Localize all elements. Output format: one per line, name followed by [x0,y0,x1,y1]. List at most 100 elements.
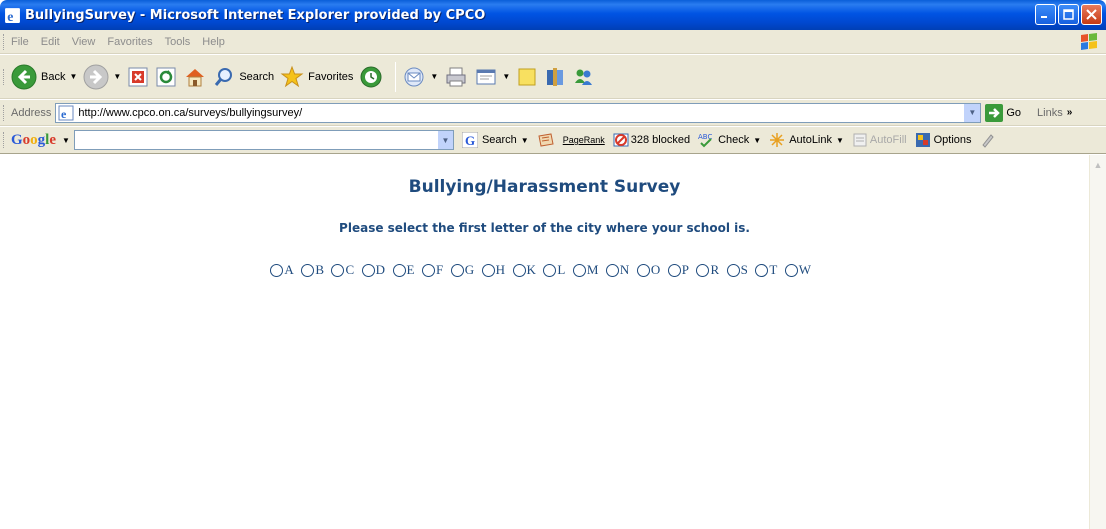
google-g-icon: G [461,132,478,148]
chevron-down-icon[interactable]: ▼ [62,136,70,145]
print-button[interactable] [444,59,468,95]
letter-option-s[interactable]: S [726,262,749,278]
autofill-button[interactable]: AutoFill [852,132,907,148]
chevron-down-icon[interactable]: ▼ [836,136,844,145]
radio-button[interactable] [636,263,650,277]
radio-button[interactable] [543,263,557,277]
page-content: Bullying/Harassment Survey Please select… [0,155,1089,529]
letter-option-n[interactable]: N [605,262,630,278]
menu-view[interactable]: View [72,36,96,48]
letter-option-p[interactable]: P [667,262,690,278]
minimize-button[interactable] [1035,4,1056,25]
home-button[interactable] [183,59,207,95]
letter-option-b[interactable]: B [301,262,324,278]
address-input[interactable]: e http://www.cpco.on.ca/surveys/bullying… [55,102,982,123]
menu-favorites[interactable]: Favorites [107,36,152,48]
discuss-button[interactable] [516,59,538,95]
radio-button[interactable] [605,263,619,277]
chevron-down-icon[interactable]: ▼ [521,136,529,145]
letter-option-w[interactable]: W [784,262,812,278]
stop-button[interactable] [127,59,149,95]
radio-button[interactable] [331,263,345,277]
radio-button[interactable] [512,263,526,277]
edit-button[interactable]: ▼ [474,59,510,95]
mail-icon [404,67,424,86]
letter-option-g[interactable]: G [450,262,475,278]
chevron-down-icon[interactable]: ▼ [69,72,77,81]
history-button[interactable] [359,59,383,95]
toolbar-grip[interactable] [3,68,6,85]
google-search-button[interactable]: G Search ▼ [461,132,529,148]
refresh-button[interactable] [155,59,177,95]
vertical-scrollbar[interactable]: ▲ [1089,155,1106,529]
radio-button[interactable] [667,263,681,277]
research-button[interactable] [544,59,566,95]
chevron-down-icon[interactable]: ▼ [502,72,510,81]
google-search-input[interactable]: ▼ [73,130,454,150]
google-logo[interactable]: Google [11,132,56,149]
letter-option-r[interactable]: R [696,262,719,278]
news-button[interactable] [537,132,555,148]
chevron-down-icon[interactable]: ▼ [963,103,981,122]
radio-button[interactable] [784,263,798,277]
close-button[interactable] [1081,4,1102,25]
radio-button[interactable] [481,263,495,277]
popup-blocker-button[interactable]: 328 blocked [613,132,690,148]
options-button[interactable]: Options [915,132,972,148]
scroll-up-arrow-icon[interactable]: ▲ [1090,157,1106,173]
favorites-button[interactable]: Favorites [280,59,353,95]
autolink-button[interactable]: AutoLink ▼ [769,132,844,148]
letter-option-e[interactable]: E [392,262,415,278]
address-url: http://www.cpco.on.ca/surveys/bullyingsu… [78,106,303,119]
links-button[interactable]: Links [1037,107,1063,119]
highlight-button[interactable] [980,132,996,148]
forward-button[interactable]: ▼ [83,59,121,95]
chevron-right-icon[interactable]: » [1067,107,1073,118]
check-label: Check [718,134,750,146]
radio-button[interactable] [726,263,740,277]
maximize-button[interactable] [1058,4,1079,25]
pagerank-indicator[interactable]: PageRank [563,135,605,145]
menu-file[interactable]: File [11,36,29,48]
messenger-button[interactable] [572,59,594,95]
title-bar: e BullyingSurvey - Microsoft Internet Ex… [0,0,1106,30]
letter-option-d[interactable]: D [361,262,386,278]
menu-help[interactable]: Help [202,36,225,48]
letter-option-l[interactable]: L [543,262,565,278]
chevron-down-icon[interactable]: ▼ [113,72,121,81]
go-button[interactable]: Go [985,103,1021,122]
letter-option-f[interactable]: F [422,262,444,278]
menu-tools[interactable]: Tools [165,36,191,48]
letter-option-c[interactable]: C [331,262,354,278]
letter-option-m[interactable]: M [572,262,599,278]
toolbar-grip[interactable] [3,104,6,121]
search-button[interactable]: Search [213,59,274,95]
radio-button[interactable] [422,263,435,277]
radio-button[interactable] [301,263,315,277]
toolbar-separator [395,61,397,92]
chevron-down-icon[interactable]: ▼ [436,131,453,149]
radio-button[interactable] [392,263,406,277]
menu-edit[interactable]: Edit [41,36,60,48]
mail-button[interactable]: ▼ [402,59,438,95]
letter-option-k[interactable]: K [512,262,537,278]
radio-button[interactable] [755,263,769,277]
chevron-down-icon[interactable]: ▼ [430,72,438,81]
spellcheck-button[interactable]: ABC Check ▼ [698,132,761,148]
letter-option-o[interactable]: O [636,262,661,278]
radio-button[interactable] [361,263,375,277]
toolbar-grip[interactable] [3,33,6,50]
radio-button[interactable] [450,263,464,277]
chevron-down-icon[interactable]: ▼ [753,136,761,145]
go-arrow-icon [985,103,1004,122]
letter-option-a[interactable]: A [270,262,294,278]
letter-option-label: C [345,262,355,277]
radio-button[interactable] [696,263,710,277]
toolbar-grip[interactable] [3,132,6,148]
radio-button[interactable] [572,263,586,277]
letter-option-h[interactable]: H [481,262,506,278]
back-button[interactable]: Back ▼ [11,59,77,95]
radio-button[interactable] [270,263,284,277]
maximize-icon [1063,9,1074,20]
letter-option-t[interactable]: T [755,262,777,278]
